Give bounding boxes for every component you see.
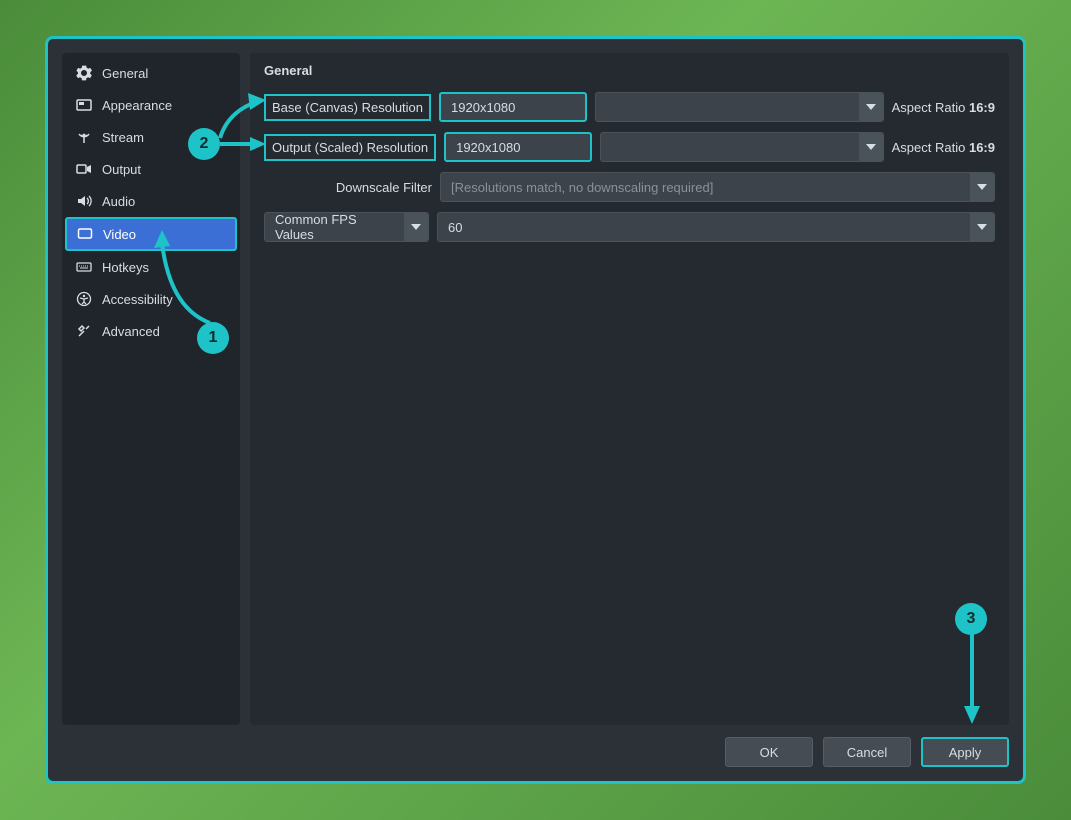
camera-icon (76, 161, 92, 177)
accessibility-icon (76, 291, 92, 307)
callout-2: 2 (188, 128, 220, 160)
row-output-resolution: Output (Scaled) Resolution 1920x1080 Asp… (264, 132, 995, 162)
aspect-ratio-label: Aspect Ratio 16:9 (892, 100, 995, 115)
antenna-icon (76, 129, 92, 145)
combo-base-resolution[interactable]: 1920x1080 (439, 92, 587, 122)
keyboard-icon (76, 259, 92, 275)
monitor-icon (77, 226, 93, 242)
sidebar-item-label: Video (103, 227, 136, 242)
sidebar-item-label: Advanced (102, 324, 160, 339)
sidebar-item-audio[interactable]: Audio (65, 185, 237, 217)
sidebar-item-label: Accessibility (102, 292, 173, 307)
row-downscale-filter: Downscale Filter [Resolutions match, no … (264, 172, 995, 202)
sidebar-item-label: Appearance (102, 98, 172, 113)
sidebar-item-hotkeys[interactable]: Hotkeys (65, 251, 237, 283)
section-title: General (264, 63, 995, 78)
sidebar-item-general[interactable]: General (65, 57, 237, 89)
callout-3: 3 (955, 603, 987, 635)
ok-button[interactable]: OK (725, 737, 813, 767)
sidebar-item-label: Hotkeys (102, 260, 149, 275)
label-base-resolution: Base (Canvas) Resolution (264, 94, 431, 121)
combo-value: 1920x1080 (446, 140, 590, 155)
label-downscale-filter: Downscale Filter (264, 180, 432, 195)
sidebar-item-label: Audio (102, 194, 135, 209)
combo-value: 60 (438, 220, 970, 235)
combo-output-resolution-ext[interactable] (600, 132, 884, 162)
label-output-resolution: Output (Scaled) Resolution (264, 134, 436, 161)
callout-1: 1 (197, 322, 229, 354)
sidebar-item-appearance[interactable]: Appearance (65, 89, 237, 121)
combo-base-resolution-ext[interactable] (595, 92, 884, 122)
chevron-down-icon[interactable] (970, 213, 994, 241)
apply-button[interactable]: Apply (921, 737, 1009, 767)
chevron-down-icon[interactable] (970, 173, 994, 201)
aspect-ratio-label: Aspect Ratio 16:9 (892, 140, 995, 155)
chevron-down-icon[interactable] (404, 213, 428, 241)
content-panel: General Base (Canvas) Resolution 1920x10… (250, 53, 1009, 725)
sidebar-item-label: Output (102, 162, 141, 177)
chevron-down-icon[interactable] (859, 93, 883, 121)
combo-value: Common FPS Values (265, 212, 404, 242)
combo-output-resolution[interactable]: 1920x1080 (444, 132, 592, 162)
appearance-icon (76, 97, 92, 113)
combo-value: [Resolutions match, no downscaling requi… (441, 180, 970, 195)
combo-fps-type[interactable]: Common FPS Values (264, 212, 429, 242)
row-fps: Common FPS Values 60 (264, 212, 995, 242)
sidebar-item-accessibility[interactable]: Accessibility (65, 283, 237, 315)
gear-icon (76, 65, 92, 81)
row-base-resolution: Base (Canvas) Resolution 1920x1080 Aspec… (264, 92, 995, 122)
sidebar-item-video[interactable]: Video (65, 217, 237, 251)
button-row: OK Cancel Apply (62, 725, 1009, 767)
sidebar-item-label: Stream (102, 130, 144, 145)
combo-value: 1920x1080 (441, 100, 585, 115)
sidebar-item-label: General (102, 66, 148, 81)
chevron-down-icon[interactable] (859, 133, 883, 161)
combo-downscale-filter[interactable]: [Resolutions match, no downscaling requi… (440, 172, 995, 202)
combo-fps-value[interactable]: 60 (437, 212, 995, 242)
speaker-icon (76, 193, 92, 209)
tools-icon (76, 323, 92, 339)
cancel-button[interactable]: Cancel (823, 737, 911, 767)
